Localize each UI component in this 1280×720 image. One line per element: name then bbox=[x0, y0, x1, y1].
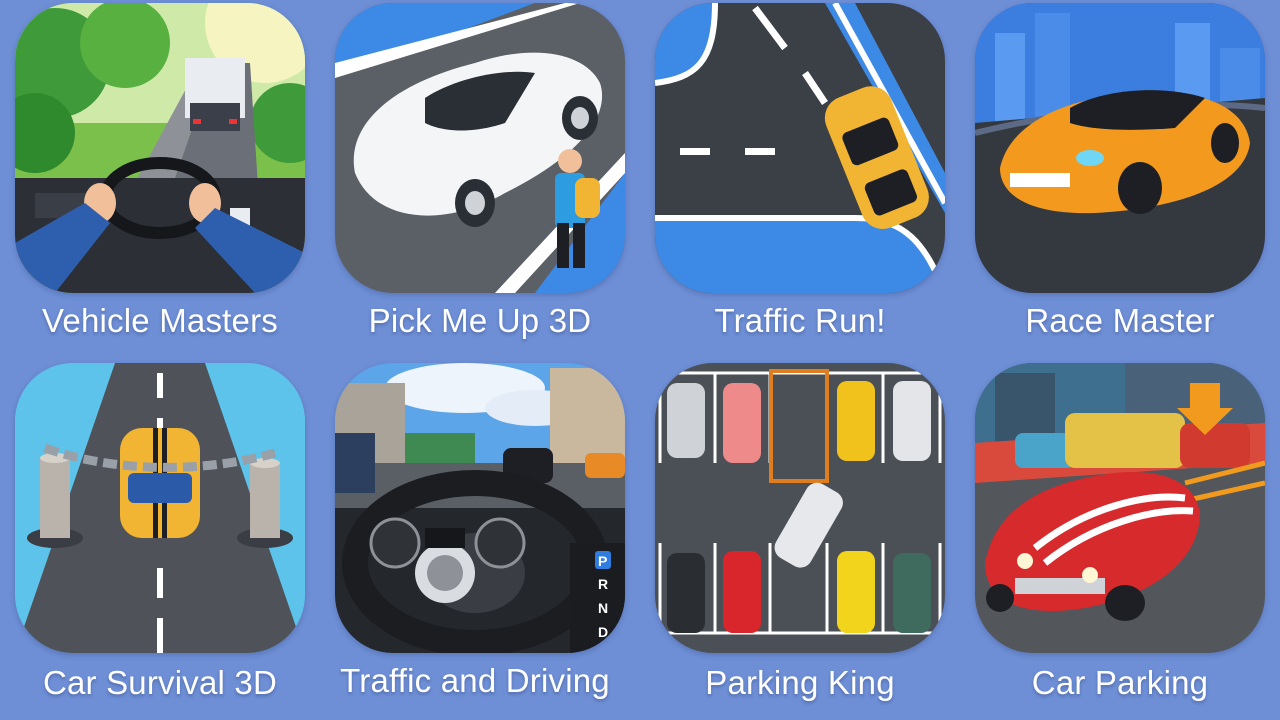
traffic-run-artwork bbox=[655, 3, 945, 293]
car-parking-artwork bbox=[975, 363, 1265, 653]
app-title-traffic-and-driving[interactable]: Traffic and Driving bbox=[315, 662, 635, 700]
app-title-car-parking[interactable]: Car Parking bbox=[960, 664, 1280, 702]
app-title-vehicle-masters[interactable]: Vehicle Masters bbox=[0, 302, 320, 340]
app-icon-pick-me-up-3d[interactable] bbox=[335, 3, 625, 293]
app-icon-car-parking[interactable] bbox=[975, 363, 1265, 653]
gear-letter-d: D bbox=[598, 624, 608, 640]
race-master-artwork bbox=[975, 3, 1265, 293]
app-icon-race-master[interactable] bbox=[975, 3, 1265, 293]
gear-letter-n: N bbox=[598, 600, 608, 616]
parking-king-artwork bbox=[655, 363, 945, 653]
app-icon-traffic-and-driving[interactable]: P R N D bbox=[335, 363, 625, 653]
gear-letter-r: R bbox=[598, 576, 608, 592]
app-icon-parking-king[interactable] bbox=[655, 363, 945, 653]
gear-letter-p: P bbox=[598, 553, 607, 569]
app-icon-car-survival-3d[interactable] bbox=[15, 363, 305, 653]
pick-me-up-artwork bbox=[335, 3, 625, 293]
vehicle-masters-artwork bbox=[15, 3, 305, 293]
app-title-car-survival-3d[interactable]: Car Survival 3D bbox=[0, 664, 320, 702]
car-survival-artwork bbox=[15, 363, 305, 653]
app-title-race-master[interactable]: Race Master bbox=[960, 302, 1280, 340]
app-icon-traffic-run[interactable] bbox=[655, 3, 945, 293]
app-title-pick-me-up-3d[interactable]: Pick Me Up 3D bbox=[320, 302, 640, 340]
traffic-and-driving-artwork: P R N D bbox=[335, 363, 625, 653]
app-title-parking-king[interactable]: Parking King bbox=[640, 664, 960, 702]
app-title-traffic-run[interactable]: Traffic Run! bbox=[640, 302, 960, 340]
app-icon-vehicle-masters[interactable] bbox=[15, 3, 305, 293]
